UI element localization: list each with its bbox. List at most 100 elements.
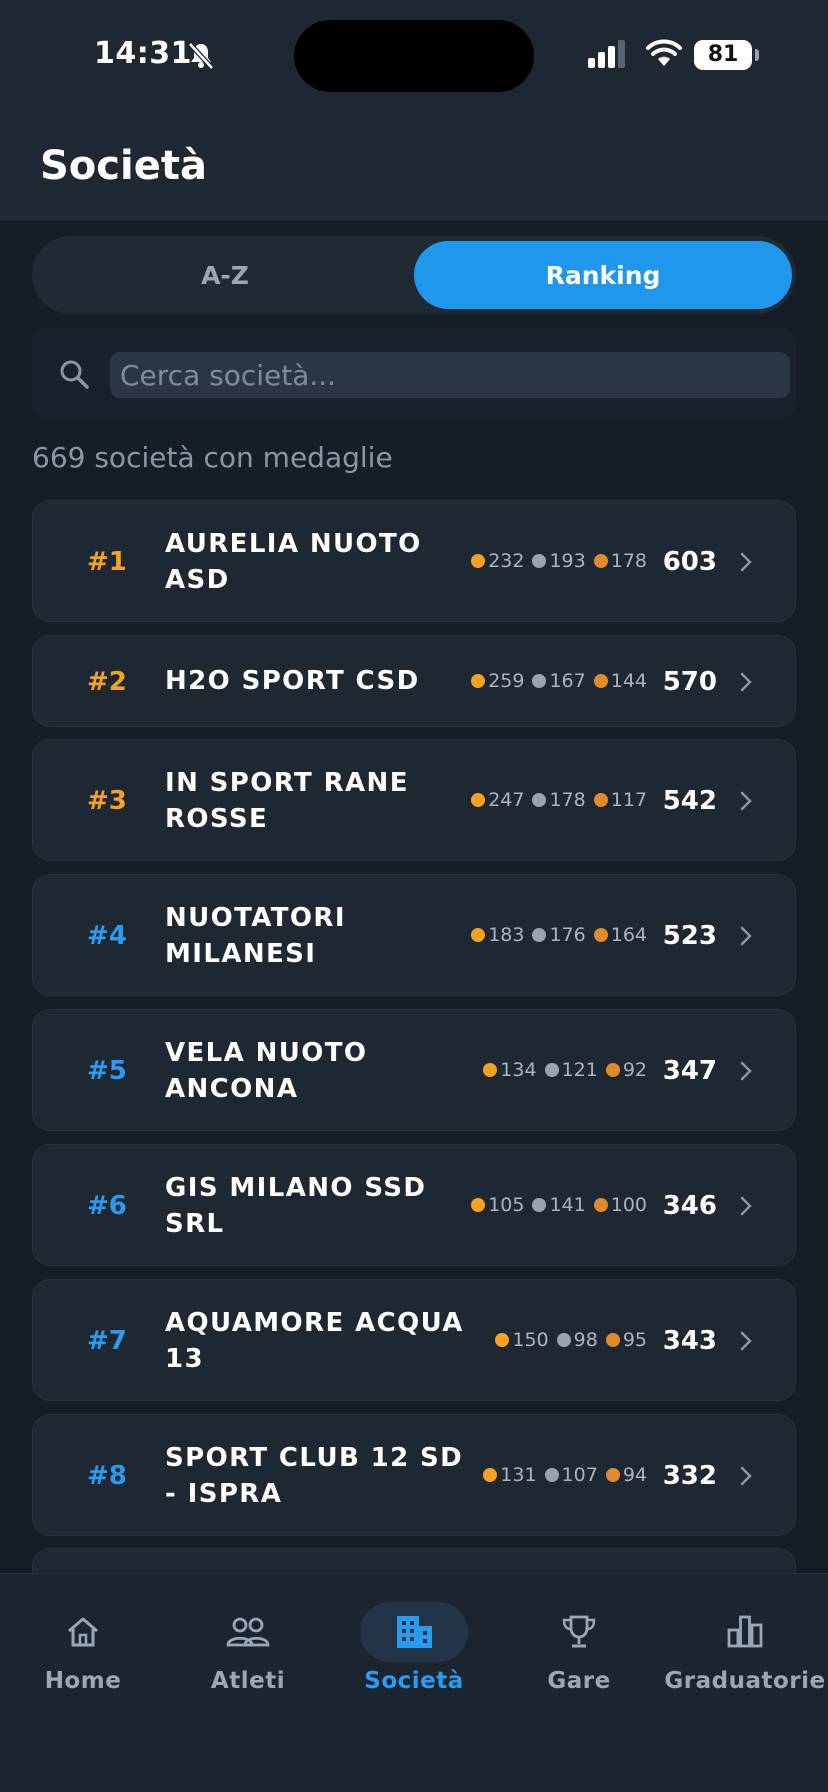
medal-counts: 134 121 92 — [483, 1059, 647, 1081]
rank-label: #2 — [87, 667, 127, 697]
nav-gare[interactable]: Gare — [504, 1602, 654, 1712]
segment-ranking[interactable]: Ranking — [414, 241, 792, 309]
nav-societa[interactable]: Società — [339, 1602, 489, 1712]
club-row[interactable]: #4 NUOTATORI MILANESI 183 176 164 523 — [32, 874, 796, 996]
total-medals: 523 — [662, 921, 717, 951]
club-name: AQUAMORE ACQUA 13 — [165, 1308, 464, 1374]
rank-label: #5 — [87, 1056, 127, 1086]
chevron-right-icon — [740, 672, 752, 692]
nav-graduatorie-label: Graduatorie — [664, 1668, 826, 1694]
total-medals: 332 — [662, 1461, 717, 1491]
silver-dot-icon — [532, 554, 547, 568]
club-row[interactable]: #7 AQUAMORE ACQUA 13 150 98 95 343 — [32, 1279, 796, 1401]
total-medals: 347 — [662, 1056, 717, 1086]
club-name: IN SPORT RANE ROSSE — [165, 768, 409, 834]
club-row[interactable]: #5 VELA NUOTO ANCONA 134 121 92 347 — [32, 1009, 796, 1131]
rank-label: #8 — [87, 1461, 127, 1491]
rank-label: #4 — [87, 921, 127, 951]
silver-dot-icon — [532, 928, 547, 942]
nav-atleti[interactable]: Atleti — [173, 1602, 323, 1712]
total-medals: 603 — [662, 547, 717, 577]
total-medals: 343 — [662, 1326, 717, 1356]
battery-nub — [755, 49, 759, 61]
nav-atleti-label: Atleti — [210, 1668, 286, 1694]
medal-counts: 131 107 94 — [483, 1464, 647, 1486]
bottom-navigation: Home Atleti Società Gare Graduatorie — [0, 1573, 828, 1792]
nav-home-label: Home — [44, 1668, 122, 1694]
bronze-dot-icon — [605, 1468, 620, 1482]
bar-chart-icon — [727, 1615, 763, 1648]
chevron-right-icon — [740, 926, 752, 946]
total-medals: 570 — [662, 667, 717, 697]
top-app-bar: 14:31 81 Società — [0, 0, 828, 220]
home-icon — [68, 1617, 98, 1647]
search-input[interactable] — [110, 352, 790, 398]
nav-gare-label: Gare — [547, 1668, 611, 1694]
club-name: SPORT CLUB 12 SD - ISPRA — [165, 1443, 464, 1509]
silver-dot-icon — [532, 674, 547, 688]
bronze-dot-icon — [593, 554, 608, 568]
building-icon — [397, 1616, 432, 1648]
nav-home[interactable]: Home — [8, 1602, 158, 1712]
search-bar — [32, 328, 796, 418]
search-icon — [60, 360, 89, 389]
medal-counts: 183 176 164 — [471, 924, 647, 946]
club-row[interactable]: #1 AURELIA NUOTO ASD 232 193 178 603 — [32, 500, 796, 622]
rank-label: #6 — [87, 1191, 127, 1221]
silver-dot-icon — [556, 1333, 571, 1347]
sort-segmented-control: A-Z Ranking — [32, 236, 796, 314]
battery-indicator: 81 — [694, 40, 752, 70]
gold-dot-icon — [483, 1063, 498, 1077]
silver-dot-icon — [544, 1063, 559, 1077]
total-medals: 346 — [662, 1191, 717, 1221]
status-time: 14:31 — [94, 36, 192, 71]
nav-societa-label: Società — [364, 1668, 464, 1694]
total-medals: 542 — [662, 786, 717, 816]
gold-dot-icon — [471, 1198, 486, 1212]
bronze-dot-icon — [605, 1333, 620, 1347]
gold-dot-icon — [471, 793, 486, 807]
club-name: GIS MILANO SSD SRL — [165, 1173, 427, 1239]
silver-dot-icon — [532, 793, 547, 807]
trophy-icon — [562, 1615, 596, 1648]
rank-label: #3 — [87, 786, 127, 816]
chevron-right-icon — [740, 1061, 752, 1081]
silver-dot-icon — [532, 1198, 547, 1212]
gold-dot-icon — [483, 1468, 498, 1482]
club-row[interactable]: #6 GIS MILANO SSD SRL 105 141 100 346 — [32, 1144, 796, 1266]
club-name: VELA NUOTO ANCONA — [165, 1038, 368, 1104]
club-row[interactable]: #3 IN SPORT RANE ROSSE 247 178 117 542 — [32, 739, 796, 861]
cellular-signal-icon — [588, 40, 625, 68]
silver-medal: 193 — [532, 550, 586, 572]
page-title: Società — [40, 143, 207, 189]
club-row[interactable]: #2 H2O SPORT CSD 259 167 144 570 — [32, 635, 796, 727]
chevron-right-icon — [740, 1196, 752, 1216]
medal-counts: 259 167 144 — [471, 670, 647, 692]
chevron-right-icon — [740, 791, 752, 811]
segment-az[interactable]: A-Z — [40, 241, 410, 309]
gold-medal: 232 — [471, 550, 524, 572]
club-name: H2O SPORT CSD — [165, 666, 420, 696]
bronze-dot-icon — [593, 674, 608, 688]
rank-label: #7 — [87, 1326, 127, 1356]
bronze-dot-icon — [593, 928, 608, 942]
chevron-right-icon — [740, 552, 752, 572]
gold-dot-icon — [471, 674, 486, 688]
club-name: AURELIA NUOTO ASD — [165, 529, 422, 595]
club-row[interactable]: #8 SPORT CLUB 12 SD - ISPRA 131 107 94 3… — [32, 1414, 796, 1536]
chevron-right-icon — [740, 1466, 752, 1486]
gold-dot-icon — [495, 1333, 510, 1347]
bronze-dot-icon — [593, 793, 608, 807]
wifi-icon — [646, 39, 682, 66]
bell-off-icon — [188, 42, 214, 70]
gold-dot-icon — [471, 928, 486, 942]
gold-dot-icon — [471, 554, 486, 568]
nav-graduatorie[interactable]: Graduatorie — [664, 1602, 825, 1712]
medal-counts: 232 193 178 — [471, 550, 647, 572]
club-name: NUOTATORI MILANESI — [165, 903, 346, 969]
medal-counts: 150 98 95 — [495, 1329, 647, 1351]
dynamic-island — [294, 20, 534, 92]
club-count-label: 669 società con medaglie — [32, 441, 393, 474]
bronze-dot-icon — [605, 1063, 620, 1077]
medal-counts: 247 178 117 — [471, 789, 647, 811]
